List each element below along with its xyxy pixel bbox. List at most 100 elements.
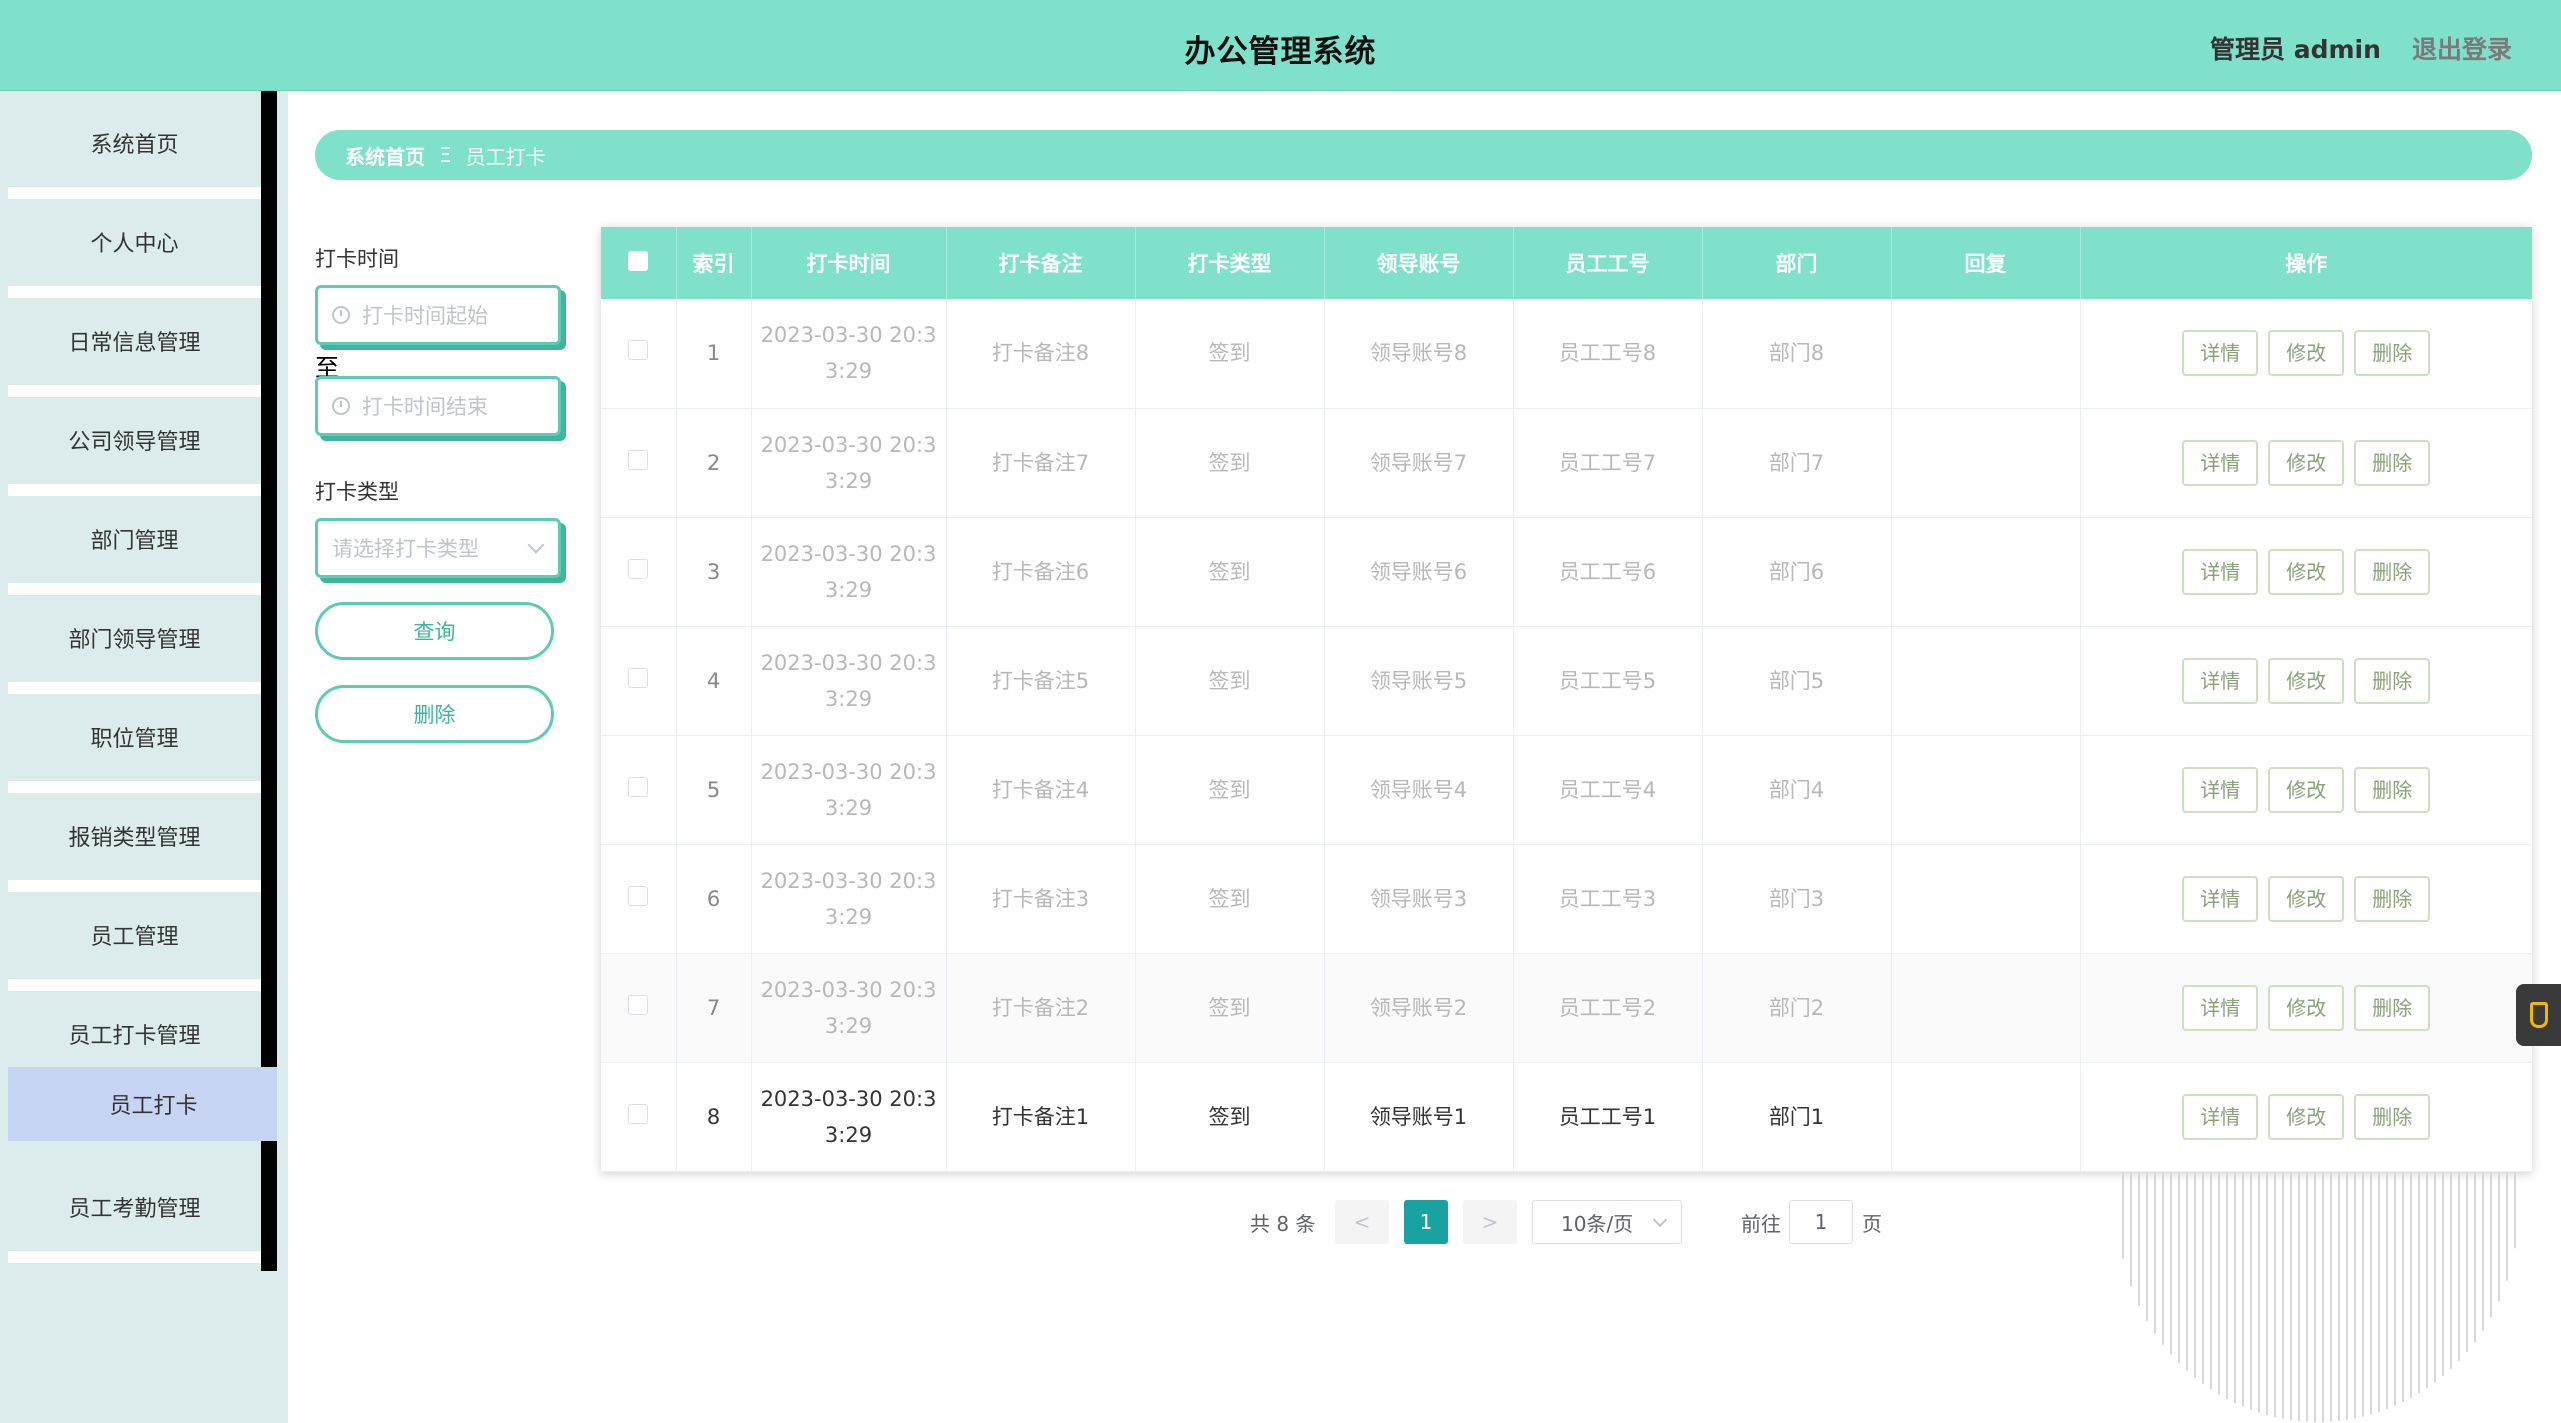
cell-employee: 员工工号5 (1513, 626, 1703, 735)
edit-button[interactable]: 修改 (2268, 984, 2345, 1031)
logout-link[interactable]: 退出登录 (2412, 30, 2512, 66)
delete-button[interactable]: 删除 (2354, 330, 2431, 377)
cell-actions: 详情 修改 删除 (2080, 517, 2532, 626)
time-line-1: 2023-03-30 20:3 (760, 759, 937, 784)
time-line-1: 2023-03-30 20:3 (760, 650, 937, 675)
row-checkbox[interactable] (601, 844, 677, 953)
type-value: 签到 (1208, 886, 1251, 911)
cell-index: 6 (676, 844, 752, 953)
cell-employee: 员工工号3 (1513, 844, 1703, 953)
row-checkbox[interactable] (601, 626, 677, 735)
sidebar-item-daily-info[interactable]: 日常信息管理 (8, 299, 261, 397)
goto-page-input[interactable]: 1 (1789, 1200, 1853, 1244)
edit-button[interactable]: 修改 (2268, 439, 2345, 486)
sidebar-item-clock-in-mgmt[interactable]: 员工打卡管理 (8, 992, 261, 1090)
delete-button[interactable]: 删除 (2354, 548, 2431, 595)
checkbox[interactable] (628, 449, 649, 470)
row-checkbox[interactable] (601, 299, 677, 408)
edit-button[interactable]: 修改 (2268, 548, 2345, 595)
dept-value: 部门5 (1768, 668, 1825, 693)
time-line-2: 3:29 (824, 795, 873, 820)
floating-assistant-button[interactable] (2516, 984, 2561, 1046)
time-line-1: 2023-03-30 20:3 (760, 432, 937, 457)
checkbox[interactable] (628, 667, 649, 688)
sidebar-item-label: 员工打卡管理 (68, 1024, 201, 1049)
cell-index: 5 (676, 735, 752, 844)
detail-button[interactable]: 详情 (2182, 875, 2259, 922)
select-all-checkbox[interactable] (601, 227, 677, 299)
checkbox[interactable] (628, 994, 649, 1015)
employee-value: 员工工号7 (1558, 450, 1657, 475)
detail-button[interactable]: 详情 (2182, 548, 2259, 595)
detail-button[interactable]: 详情 (2182, 1093, 2259, 1140)
cell-employee: 员工工号7 (1513, 408, 1703, 517)
row-checkbox[interactable] (601, 1062, 677, 1171)
sidebar-subitem-clock-in[interactable]: 员工打卡 (8, 1067, 277, 1141)
cell-time: 2023-03-30 20:3 3:29 (751, 626, 947, 735)
dept-value: 部门7 (1768, 450, 1825, 475)
leader-value: 领导账号5 (1369, 668, 1468, 693)
checkbox[interactable] (628, 885, 649, 906)
sidebar-item-divider (8, 979, 261, 991)
sidebar-item-dept-leader[interactable]: 部门领导管理 (8, 596, 261, 694)
sidebar-item-divider (8, 781, 261, 793)
sidebar-item-profile[interactable]: 个人中心 (8, 200, 261, 298)
sidebar-item-employee[interactable]: 员工管理 (8, 893, 261, 991)
row-checkbox[interactable] (601, 517, 677, 626)
row-checkbox[interactable] (601, 953, 677, 1062)
sidebar-item-department[interactable]: 部门管理 (8, 497, 261, 595)
leader-value: 领导账号3 (1369, 886, 1468, 911)
sidebar-item-position[interactable]: 职位管理 (8, 695, 261, 793)
edit-button[interactable]: 修改 (2268, 1093, 2345, 1140)
page-unit-label: 页 (1862, 1211, 1882, 1236)
page-1-button[interactable]: 1 (1404, 1200, 1448, 1244)
checkbox[interactable] (628, 776, 649, 797)
sidebar-item-divider (8, 187, 261, 199)
breadcrumb-home[interactable]: 系统首页 (345, 141, 425, 170)
edit-button[interactable]: 修改 (2268, 330, 2345, 377)
edit-button[interactable]: 修改 (2268, 657, 2345, 704)
detail-button[interactable]: 详情 (2182, 330, 2259, 377)
row-checkbox[interactable] (601, 408, 677, 517)
page-size-select[interactable]: 10条/页 (1532, 1200, 1682, 1244)
edit-button[interactable]: 修改 (2268, 875, 2345, 922)
time-line-1: 2023-03-30 20:3 (760, 868, 937, 893)
prev-page-button[interactable]: < (1335, 1200, 1389, 1244)
sidebar-item-label: 部门管理 (90, 529, 179, 554)
edit-button[interactable]: 修改 (2268, 766, 2345, 813)
start-time-input[interactable]: 打卡时间起始 (315, 285, 561, 345)
delete-button[interactable]: 删除 (2354, 984, 2431, 1031)
detail-button[interactable]: 详情 (2182, 657, 2259, 704)
type-select[interactable]: 请选择打卡类型 (315, 518, 561, 578)
next-page-button[interactable]: > (1463, 1200, 1517, 1244)
detail-button[interactable]: 详情 (2182, 984, 2259, 1031)
delete-button[interactable]: 删除 (2354, 439, 2431, 486)
cell-reply (1891, 517, 2081, 626)
sidebar-item-home[interactable]: 系统首页 (8, 101, 261, 199)
batch-delete-button[interactable]: 删除 (315, 685, 554, 743)
end-time-input[interactable]: 打卡时间结束 (315, 376, 561, 436)
cell-dept: 部门5 (1702, 626, 1892, 735)
dept-value: 部门4 (1768, 777, 1825, 802)
checkbox[interactable] (628, 1103, 649, 1124)
delete-button[interactable]: 删除 (2354, 875, 2431, 922)
delete-button[interactable]: 删除 (2354, 657, 2431, 704)
type-value: 签到 (1208, 668, 1251, 693)
row-checkbox[interactable] (601, 735, 677, 844)
checkbox[interactable] (628, 340, 649, 361)
delete-button[interactable]: 删除 (2354, 766, 2431, 813)
sidebar-item-company-leader[interactable]: 公司领导管理 (8, 398, 261, 496)
cup-icon (2529, 1002, 2548, 1028)
cell-index: 2 (676, 408, 752, 517)
sidebar-item-label: 日常信息管理 (68, 331, 201, 356)
type-value: 签到 (1208, 341, 1251, 366)
sidebar-item-reimbursement-type[interactable]: 报销类型管理 (8, 794, 261, 892)
breadcrumb-current: 员工打卡 (465, 144, 546, 169)
delete-button[interactable]: 删除 (2354, 1093, 2431, 1140)
sidebar-item-attendance[interactable]: 员工考勤管理 (8, 1165, 261, 1263)
detail-button[interactable]: 详情 (2182, 439, 2259, 486)
detail-button[interactable]: 详情 (2182, 766, 2259, 813)
query-button[interactable]: 查询 (315, 602, 554, 660)
checkbox[interactable] (628, 558, 649, 579)
employee-value: 员工工号3 (1558, 886, 1657, 911)
